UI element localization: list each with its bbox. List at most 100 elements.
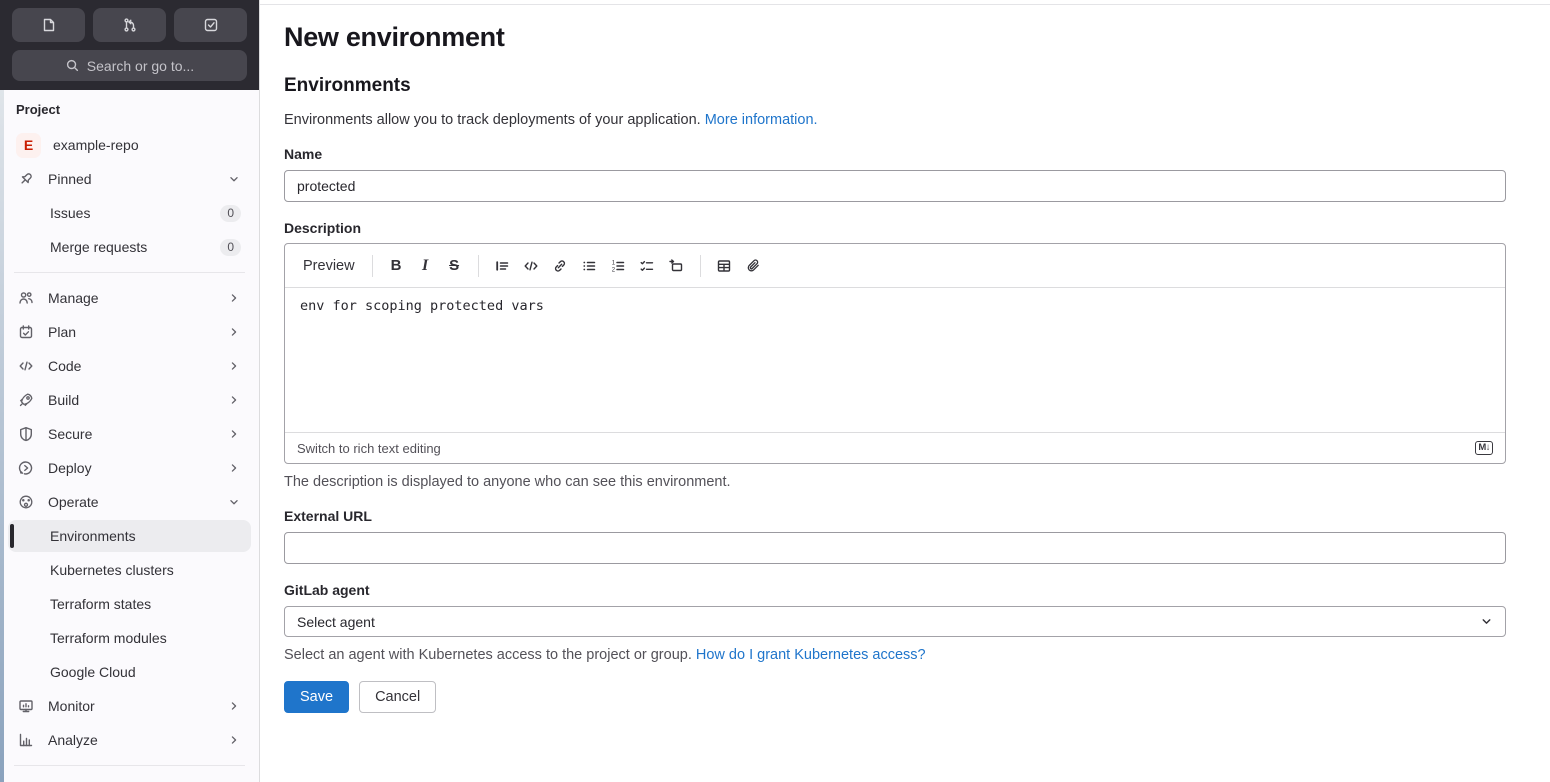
sidebar-item-plan[interactable]: Plan (8, 316, 251, 348)
editor-body: env for scoping protected vars (285, 288, 1505, 432)
code-icon (523, 258, 539, 274)
main-content: New environment Environments Environment… (260, 0, 1550, 782)
bold-button[interactable]: B (382, 251, 411, 280)
users-icon (18, 290, 34, 306)
plan-label: Plan (48, 324, 77, 340)
window-edge-strip (0, 90, 4, 782)
sidebar-item-secure[interactable]: Secure (8, 418, 251, 450)
table-button[interactable] (710, 251, 739, 280)
collapsible-section-icon (668, 258, 684, 274)
code-icon (18, 358, 34, 374)
chevron-right-icon (227, 359, 241, 373)
project-name: example-repo (53, 137, 139, 153)
search-input[interactable]: Search or go to... (12, 50, 247, 81)
gitlab-agent-label: GitLab agent (284, 582, 370, 598)
pod-globe-icon (18, 494, 34, 510)
chevron-right-icon (227, 393, 241, 407)
description-editor: Preview B I S 12 env for scoping protect… (284, 243, 1506, 464)
sidebar-item-terraform-modules[interactable]: Terraform modules (8, 622, 251, 654)
italic-button[interactable]: I (411, 251, 440, 280)
kubernetes-access-link[interactable]: How do I grant Kubernetes access? (696, 647, 926, 663)
manage-label: Manage (48, 290, 99, 306)
attach-file-button[interactable] (739, 251, 768, 280)
chevron-down-icon (1480, 615, 1493, 628)
sidebar-item-project[interactable]: E example-repo (8, 129, 251, 161)
editor-footer: Switch to rich text editing M↓ (285, 432, 1505, 463)
todo-shortcut-button[interactable] (174, 8, 247, 42)
description-label: Description (284, 220, 362, 236)
agent-select-value: Select agent (297, 613, 375, 630)
project-section-label: Project (16, 102, 61, 117)
svg-text:1: 1 (612, 260, 616, 266)
numbered-list-button[interactable]: 12 (604, 251, 633, 280)
chevron-right-icon (227, 325, 241, 339)
sidebar-item-manage[interactable]: Manage (8, 282, 251, 314)
page-title: New environment (284, 22, 505, 52)
chart-icon (18, 732, 34, 748)
intro-sentence: Environments allow you to track deployme… (284, 112, 701, 128)
shield-icon (18, 426, 34, 442)
environments-heading: Environments (284, 75, 411, 96)
bullet-list-button[interactable] (575, 251, 604, 280)
issues-icon (41, 17, 57, 33)
sidebar-item-issues[interactable]: Issues 0 (8, 197, 251, 229)
agent-help-text: Select an agent with Kubernetes access t… (284, 647, 1506, 663)
sidebar-item-pinned[interactable]: Pinned (8, 163, 251, 195)
editor-toolbar: Preview B I S 12 (285, 244, 1505, 288)
name-input[interactable] (284, 170, 1506, 202)
task-list-button[interactable] (633, 251, 662, 280)
merge-requests-shortcut-button[interactable] (93, 8, 166, 42)
table-icon (716, 258, 732, 274)
chevron-right-icon (227, 733, 241, 747)
sidebar-item-analyze[interactable]: Analyze (8, 724, 251, 756)
project-avatar: E (16, 132, 41, 158)
search-placeholder: Search or go to... (86, 57, 195, 74)
sidebar-item-google-cloud[interactable]: Google Cloud (8, 656, 251, 688)
deploy-icon (18, 460, 34, 476)
paperclip-icon (745, 258, 761, 274)
numbered-list-icon: 12 (610, 258, 626, 274)
chevron-down-icon (227, 495, 241, 509)
intro-text: Environments allow you to track deployme… (284, 112, 1506, 128)
switch-rich-text-button[interactable]: Switch to rich text editing (297, 441, 441, 456)
external-url-label: External URL (284, 508, 372, 524)
strikethrough-button[interactable]: S (440, 251, 469, 280)
terraform-states-label: Terraform states (50, 596, 152, 612)
terraform-modules-label: Terraform modules (50, 630, 167, 646)
environments-label: Environments (50, 528, 136, 544)
toolbar-divider (699, 254, 701, 277)
issues-label: Issues (50, 205, 91, 221)
task-list-icon (639, 258, 655, 274)
sidebar-item-operate[interactable]: Operate (8, 486, 251, 518)
monitor-label: Monitor (48, 698, 95, 714)
sidebar-item-merge-requests[interactable]: Merge requests 0 (8, 231, 251, 263)
kubernetes-clusters-label: Kubernetes clusters (50, 562, 174, 578)
description-textarea[interactable]: env for scoping protected vars (285, 288, 1505, 432)
save-button[interactable]: Save (284, 681, 350, 713)
agent-select[interactable]: Select agent (284, 606, 1506, 637)
operate-label: Operate (48, 494, 99, 510)
deploy-label: Deploy (48, 460, 92, 476)
collapsible-section-button[interactable] (662, 251, 691, 280)
code-button[interactable] (517, 251, 546, 280)
sidebar-item-code[interactable]: Code (8, 350, 251, 382)
sidebar-item-build[interactable]: Build (8, 384, 251, 416)
bullet-list-icon (581, 258, 597, 274)
merge-requests-count-badge: 0 (220, 238, 241, 256)
cancel-button[interactable]: Cancel (359, 681, 437, 713)
external-url-input[interactable] (284, 532, 1506, 564)
sidebar-item-environments[interactable]: Environments (8, 520, 251, 552)
sidebar-item-deploy[interactable]: Deploy (8, 452, 251, 484)
preview-button[interactable]: Preview (295, 254, 363, 278)
sidebar-topbar: Search or go to... (0, 0, 259, 90)
quote-button[interactable] (488, 251, 517, 280)
sidebar-item-terraform-states[interactable]: Terraform states (8, 588, 251, 620)
strikethrough-icon: S (449, 257, 460, 274)
link-button[interactable] (546, 251, 575, 280)
sidebar-item-monitor[interactable]: Monitor (8, 690, 251, 722)
sidebar-item-kubernetes-clusters[interactable]: Kubernetes clusters (8, 554, 251, 586)
build-label: Build (48, 392, 80, 408)
secure-label: Secure (48, 426, 93, 442)
more-information-link[interactable]: More information. (705, 112, 818, 128)
issues-shortcut-button[interactable] (12, 8, 85, 42)
